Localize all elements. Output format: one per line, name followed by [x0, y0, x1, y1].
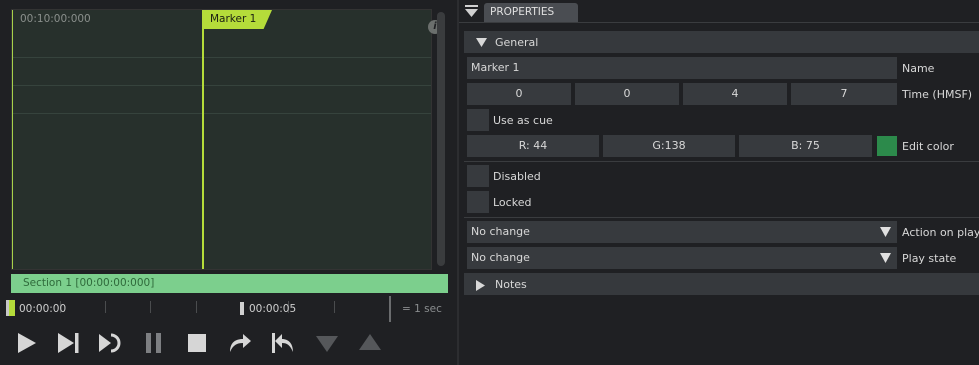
stop-icon[interactable]: [184, 330, 210, 356]
locked-checkbox[interactable]: [467, 191, 489, 213]
playhead-indicator[interactable]: [9, 300, 15, 316]
pause-icon[interactable]: [141, 330, 167, 356]
general-section-header[interactable]: General: [464, 31, 979, 53]
action-on-playhead-dropdown[interactable]: No change: [467, 221, 897, 243]
play-state-dropdown-value: No change: [471, 251, 530, 264]
play-state-label: Play state: [902, 252, 957, 265]
track-divider: [12, 57, 431, 58]
ruler-end-line: [389, 296, 391, 322]
next-icon[interactable]: [55, 330, 81, 356]
general-section-label: General: [495, 36, 539, 49]
track-divider: [12, 113, 431, 114]
timeline-start-line: [12, 10, 13, 269]
action-label: Action on playh: [902, 226, 979, 239]
color-green-field[interactable]: G:138: [603, 135, 735, 157]
name-label: Name: [902, 62, 935, 75]
marker-flag[interactable]: Marker 1: [202, 10, 272, 29]
chevron-down-icon: [880, 227, 891, 237]
properties-panel: PROPERTIES General Marker 1 Name 0 0 4 7…: [459, 0, 979, 365]
collapse-panel-icon[interactable]: [465, 5, 478, 18]
notes-section-header[interactable]: Notes: [464, 273, 979, 295]
section-bar[interactable]: Section 1 [00:00:00:000]: [11, 274, 448, 293]
track-divider: [12, 85, 431, 86]
color-blue-field[interactable]: B: 75: [739, 135, 872, 157]
time-hours-field[interactable]: 0: [467, 83, 571, 105]
use-as-cue-label: Use as cue: [493, 114, 553, 127]
ruler-tick: [196, 301, 197, 313]
tab-properties[interactable]: PROPERTIES: [484, 3, 578, 22]
chevron-down-icon: [880, 253, 891, 263]
time-frames-field[interactable]: 7: [791, 83, 897, 105]
transport-controls: [0, 330, 457, 360]
ruler-tick: [150, 301, 151, 313]
use-as-cue-checkbox[interactable]: [467, 109, 489, 131]
play-state-dropdown[interactable]: No change: [467, 247, 897, 269]
locked-label: Locked: [493, 196, 532, 209]
ruler-mid-handle[interactable]: [240, 302, 244, 315]
time-minutes-field[interactable]: 0: [575, 83, 679, 105]
redo-icon[interactable]: [227, 330, 253, 356]
timeline-scrollbar[interactable]: [437, 12, 445, 266]
timeline-panel: 00:10:00:000 Marker 1 i Section 1 [00:00…: [0, 0, 457, 365]
timeline-start-time: 00:10:00:000: [20, 13, 91, 25]
color-swatch[interactable]: [877, 136, 897, 156]
color-red-field[interactable]: R: 44: [467, 135, 599, 157]
action-dropdown-value: No change: [471, 225, 530, 238]
play-icon[interactable]: [13, 330, 39, 356]
divider: [464, 217, 979, 218]
notes-section-label: Notes: [495, 278, 527, 291]
undo-icon[interactable]: [270, 330, 296, 356]
ruler-scale-label: = 1 sec: [402, 303, 442, 315]
arrow-down-icon[interactable]: [314, 330, 340, 356]
ruler-tick: [105, 301, 106, 313]
ruler-time-start: 00:00:00: [19, 303, 67, 315]
chevron-down-icon: [476, 38, 487, 47]
edit-color-label: Edit color: [902, 140, 954, 153]
disabled-label: Disabled: [493, 170, 541, 183]
time-label: Time (HMSF): [902, 88, 973, 101]
time-seconds-field[interactable]: 4: [683, 83, 787, 105]
arrow-up-icon[interactable]: [357, 330, 383, 356]
properties-header: PROPERTIES: [459, 0, 979, 23]
disabled-checkbox[interactable]: [467, 165, 489, 187]
chevron-right-icon: [476, 280, 485, 291]
name-field[interactable]: Marker 1: [467, 57, 897, 79]
ruler-time-mid: 00:00:05: [249, 303, 297, 315]
marker-line[interactable]: [202, 10, 204, 269]
ruler-tick: [334, 301, 335, 313]
timeline-track-area[interactable]: 00:10:00:000 Marker 1 i: [11, 9, 442, 270]
loop-icon[interactable]: [97, 330, 123, 356]
divider: [464, 161, 979, 162]
time-ruler[interactable]: 00:00:00 00:00:05 = 1 sec: [0, 296, 457, 322]
